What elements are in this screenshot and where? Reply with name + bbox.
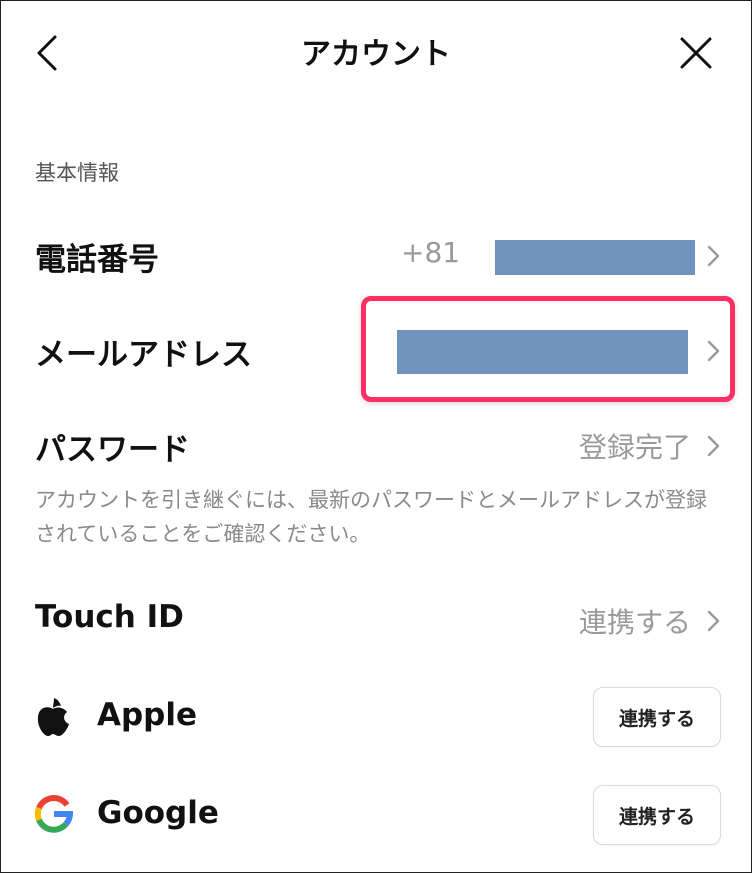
phone-country-code: +81 xyxy=(401,236,461,269)
phone-number-label: 電話番号 xyxy=(35,242,159,278)
apple-link-button[interactable]: 連携する xyxy=(593,687,721,747)
touch-id-status: 連携する xyxy=(578,606,691,639)
page-title: アカウント xyxy=(301,37,451,72)
apple-logo-icon xyxy=(37,698,69,736)
close-button[interactable] xyxy=(676,33,716,73)
apple-label: Apple xyxy=(97,697,198,733)
phone-number-row[interactable]: 電話番号 +81 xyxy=(1,226,752,286)
touch-id-row[interactable]: Touch ID 連携する xyxy=(1,591,752,651)
chevron-right-icon xyxy=(707,610,720,632)
password-label: パスワード xyxy=(35,432,190,468)
chevron-right-icon xyxy=(707,435,720,457)
google-label: Google xyxy=(97,795,219,831)
account-transfer-note: アカウントを引き継ぐには、最新のパスワードとメールアドレスが登録されていることを… xyxy=(35,488,707,546)
redacted-phone-number xyxy=(495,240,695,275)
password-status: 登録完了 xyxy=(578,431,691,464)
google-link-button[interactable]: 連携する xyxy=(593,785,721,845)
google-logo-icon xyxy=(35,795,73,833)
email-highlight-box xyxy=(361,296,735,402)
close-icon xyxy=(680,37,712,69)
account-screen: アカウント 基本情報 電話番号 +81 メールアドレス パスワード 登録完了 ア… xyxy=(0,0,752,873)
email-label: メールアドレス xyxy=(35,337,252,373)
section-label-basic-info: 基本情報 xyxy=(35,161,119,185)
password-row[interactable]: パスワード 登録完了 xyxy=(1,416,752,476)
chevron-right-icon xyxy=(707,245,720,267)
touch-id-label: Touch ID xyxy=(35,599,184,635)
